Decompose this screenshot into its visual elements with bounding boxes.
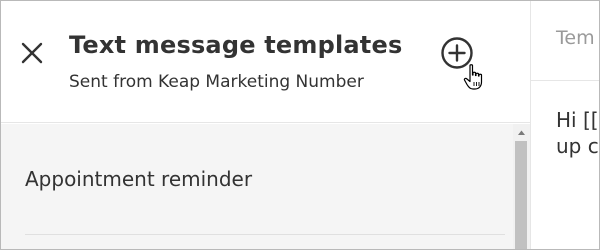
preview-message-text: Hi [[ up c	[556, 107, 599, 159]
close-button[interactable]	[16, 36, 48, 68]
preview-tab-label[interactable]: Tem	[556, 27, 595, 49]
scroll-up-arrow-icon[interactable]	[513, 124, 530, 141]
list-item-appointment-reminder[interactable]: Appointment reminder	[1, 124, 511, 234]
pointer-hand-icon	[463, 63, 485, 91]
templates-list: Appointment reminder	[1, 124, 530, 249]
close-icon	[21, 42, 43, 64]
preview-header: Tem	[531, 1, 599, 81]
panel-title: Text message templates	[69, 31, 403, 59]
list-item-label: Appointment reminder	[25, 167, 253, 191]
list-divider	[25, 234, 505, 235]
template-preview-panel: Tem Hi [[ up c	[530, 1, 599, 249]
panel-header: Text message templates Sent from Keap Ma…	[1, 1, 530, 123]
panel-subtitle: Sent from Keap Marketing Number	[69, 72, 364, 92]
scroll-thumb[interactable]	[515, 141, 527, 249]
preview-line-1: Hi [[	[556, 108, 599, 132]
list-scrollbar[interactable]	[513, 124, 530, 249]
app-window: Text message templates Sent from Keap Ma…	[0, 0, 600, 250]
templates-panel: Text message templates Sent from Keap Ma…	[1, 1, 530, 249]
preview-line-2: up c	[556, 134, 599, 158]
